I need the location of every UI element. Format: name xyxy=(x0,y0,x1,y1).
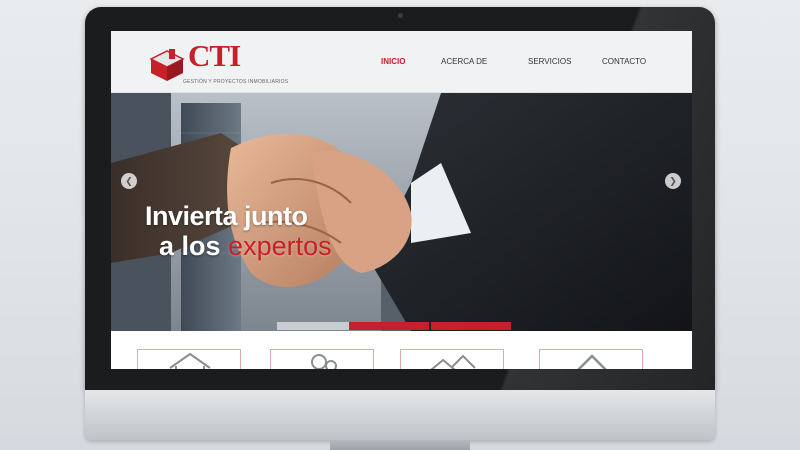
feature-card-2[interactable] xyxy=(270,349,374,369)
monitor-chin xyxy=(85,390,715,440)
cti-logo[interactable]: CTI GESTIÓN Y PROYECTOS INMOBILIARIOS xyxy=(147,38,288,87)
chevron-left-icon: ❮ xyxy=(125,176,133,186)
slider-indicator-3[interactable] xyxy=(431,322,511,330)
nav-inicio[interactable]: INICIO xyxy=(381,57,405,66)
slider-indicator-2[interactable] xyxy=(349,322,429,330)
website-screen: CTI GESTIÓN Y PROYECTOS INMOBILIARIOS IN… xyxy=(111,31,692,369)
hero-headline-accent: expertos xyxy=(228,231,332,261)
roof-icon xyxy=(577,354,607,369)
house-icon xyxy=(169,352,211,369)
nav-acerca-de[interactable]: ACERCA DE xyxy=(441,57,487,66)
hero-headline-lead: a los xyxy=(159,231,221,261)
logo-wordmark: CTI xyxy=(188,38,241,73)
hero-headline-line2: a los expertos xyxy=(159,231,332,262)
features-row xyxy=(111,331,692,369)
slider-prev-button[interactable]: ❮ xyxy=(121,173,137,189)
logo-tagline: GESTIÓN Y PROYECTOS INMOBILIARIOS xyxy=(183,79,289,85)
nav-servicios[interactable]: SERVICIOS xyxy=(528,57,571,66)
chevron-right-icon: ❯ xyxy=(669,176,677,186)
hero-headline-line1: Invierta junto xyxy=(145,201,308,231)
buildings-icon xyxy=(430,354,476,369)
site-header: CTI GESTIÓN Y PROYECTOS INMOBILIARIOS IN… xyxy=(111,31,692,93)
feature-card-1[interactable] xyxy=(137,349,241,369)
feature-card-4[interactable] xyxy=(539,349,643,369)
logo-cube-icon xyxy=(149,49,185,81)
nav-contacto[interactable]: CONTACTO xyxy=(602,57,646,66)
webcam xyxy=(398,13,403,18)
feature-card-3[interactable] xyxy=(400,349,504,369)
people-icon xyxy=(311,354,337,369)
monitor-stand xyxy=(330,440,470,450)
hero-slider: Invierta junto a los expertos ❮ ❯ xyxy=(111,93,692,331)
slider-next-button[interactable]: ❯ xyxy=(665,173,681,189)
slider-indicator-1[interactable] xyxy=(277,322,357,330)
